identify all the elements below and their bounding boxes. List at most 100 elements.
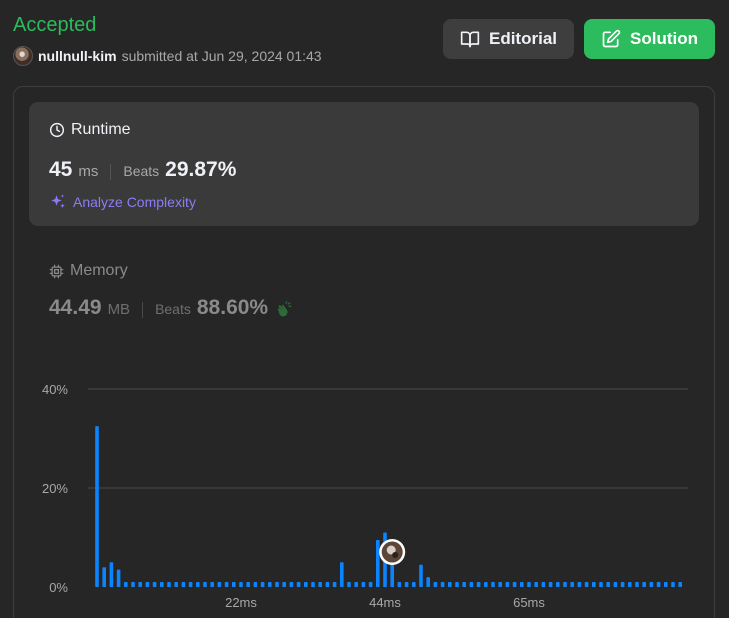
x-tick-label: 65ms: [513, 595, 545, 610]
histogram-bar: [462, 582, 466, 587]
memory-title-label: Memory: [70, 262, 128, 279]
runtime-card[interactable]: Runtime 45 ms Beats 29.87% Analyze Compl…: [29, 102, 699, 226]
histogram-bar: [253, 582, 258, 587]
histogram-bar: [520, 582, 524, 587]
histogram-bar: [455, 582, 459, 587]
sparkle-icon: [51, 194, 65, 208]
histogram-bar: [368, 582, 373, 587]
histogram-bar: [152, 582, 157, 587]
histogram-bar: [296, 582, 301, 587]
histogram-bar: [671, 582, 675, 587]
histogram-bar: [203, 582, 207, 587]
histogram-bar: [354, 582, 358, 587]
runtime-unit: ms: [78, 163, 99, 180]
histogram-bar: [304, 582, 308, 587]
runtime-beats-label: Beats: [123, 163, 160, 179]
histogram-bar: [311, 582, 315, 587]
histogram-bar: [397, 582, 402, 587]
histogram-bar: [613, 582, 618, 587]
histogram-bar: [260, 582, 265, 587]
histogram-bar: [534, 582, 538, 587]
memory-card[interactable]: Memory 44.49 MB Beats 88.60%: [49, 258, 699, 328]
histogram-bar: [340, 562, 344, 587]
avatar[interactable]: [13, 46, 33, 66]
histogram-bar: [642, 582, 646, 587]
histogram-bar: [116, 569, 121, 587]
histogram-bar: [440, 582, 445, 587]
book-open-icon: [460, 31, 480, 48]
histogram-bar: [599, 582, 603, 587]
histogram-bar: [160, 582, 164, 587]
username-link[interactable]: nullnull-kim: [38, 48, 117, 64]
histogram-bar: [131, 582, 135, 587]
histogram-bar: [347, 582, 351, 587]
editorial-button[interactable]: Editorial: [443, 19, 574, 59]
histogram-bar: [217, 582, 222, 587]
solution-button[interactable]: Solution: [584, 19, 715, 59]
histogram-bar: [498, 582, 502, 587]
histogram-bar: [419, 564, 423, 587]
runtime-title-label: Runtime: [71, 121, 131, 138]
histogram-bar: [527, 582, 531, 587]
histogram-bar: [476, 582, 481, 587]
histogram-bar: [282, 582, 286, 587]
edit-icon: [602, 29, 621, 48]
runtime-distribution-chart: 0% 20% 40% 22ms 44ms 65ms: [42, 382, 688, 610]
runtime-metric: 45 ms Beats 29.87%: [49, 158, 236, 186]
histogram-bar: [628, 582, 632, 587]
histogram-bar: [620, 582, 625, 587]
analyze-complexity-link[interactable]: Analyze Complexity: [49, 193, 196, 211]
x-tick-label: 44ms: [369, 595, 401, 610]
histogram-bar: [649, 582, 654, 587]
clapping-hands-icon: [278, 301, 292, 317]
histogram-bar: [325, 582, 330, 587]
histogram-bar: [102, 567, 106, 587]
memory-beats-value: 88.60%: [196, 296, 269, 319]
histogram-bar: [188, 582, 193, 587]
x-tick-label: 22ms: [225, 595, 257, 610]
histogram-bar: [145, 582, 150, 587]
analyze-complexity-label: Analyze Complexity: [73, 194, 196, 210]
histogram-bar: [376, 539, 380, 587]
memory-value: 44.49: [49, 296, 102, 319]
histogram-bar: [109, 562, 114, 587]
histogram-bar: [181, 582, 186, 587]
memory-unit: MB: [107, 301, 131, 318]
histogram-bar: [268, 582, 272, 587]
y-tick-label: 20%: [42, 481, 68, 496]
avatar-detail: [392, 552, 399, 558]
memory-metric: 44.49 MB Beats 88.60%: [49, 296, 292, 324]
solution-button-label: Solution: [630, 29, 698, 48]
histogram-bar: [138, 582, 142, 587]
histogram-bar: [404, 582, 409, 587]
histogram-bar: [167, 582, 171, 587]
histogram-bar: [289, 582, 294, 587]
submission-info: nullnull-kim submitted at Jun 29, 2024 0…: [13, 46, 322, 66]
histogram-bar: [433, 582, 438, 587]
y-tick-label: 0%: [49, 580, 68, 595]
divider: [142, 302, 144, 318]
histogram-bar: [412, 582, 416, 587]
histogram-bar: [678, 582, 682, 587]
clock-icon: [49, 122, 65, 138]
histogram-bar: [224, 582, 229, 587]
histogram-bar: [361, 582, 366, 587]
histogram-bar: [448, 582, 452, 587]
histogram-bar: [563, 582, 567, 587]
histogram-bar: [469, 582, 474, 587]
histogram-bar: [592, 582, 596, 587]
histogram-bar: [124, 582, 128, 587]
histogram-bar: [95, 426, 99, 587]
runtime-title: Runtime: [49, 121, 131, 139]
histogram-bar: [332, 582, 337, 587]
runtime-value: 45: [49, 158, 73, 181]
chip-icon: [49, 264, 64, 278]
submission-status: Accepted: [13, 14, 97, 36]
histogram-bar: [548, 582, 553, 587]
histogram-bar: [584, 582, 589, 587]
y-tick-label: 40%: [42, 382, 68, 397]
histogram-bar: [239, 582, 243, 587]
histogram-bar: [556, 582, 560, 587]
histogram-bar: [505, 582, 510, 587]
runtime-beats-value: 29.87%: [165, 158, 237, 181]
